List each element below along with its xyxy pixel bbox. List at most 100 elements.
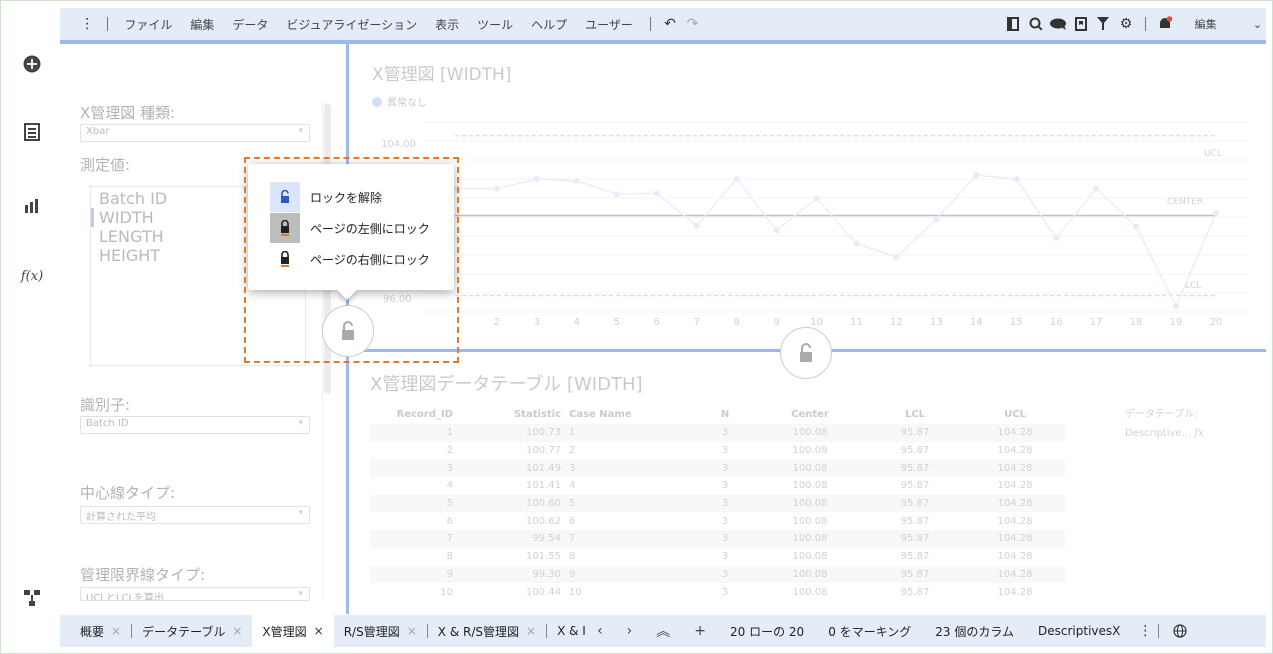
tab-data-table[interactable]: データテーブル × (132, 615, 252, 647)
table-row[interactable]: 5 100.60 5 3 100.08 95.87 104.28 (370, 494, 1065, 513)
column-header[interactable]: Record_ID (370, 405, 457, 424)
data-point[interactable] (853, 240, 860, 247)
close-icon[interactable]: × (232, 624, 242, 638)
add-icon[interactable] (21, 53, 43, 75)
data-point[interactable] (1093, 185, 1100, 192)
close-icon[interactable]: × (407, 624, 417, 638)
data-point[interactable] (653, 190, 660, 197)
data-point[interactable] (493, 185, 500, 192)
chart-type-select[interactable]: Xbar ▾ (80, 124, 310, 142)
menu-item-unlock[interactable]: ロックを解除 (270, 182, 450, 212)
menu-edit[interactable]: 編集 (181, 16, 223, 33)
undo-icon[interactable]: ↶ (659, 11, 682, 37)
search-icon[interactable] (1025, 11, 1048, 37)
data-table[interactable]: Record_ID Statistic Case Name N Center L… (370, 405, 1065, 601)
data-point[interactable] (573, 177, 580, 184)
column-header[interactable]: N (695, 405, 755, 424)
data-table-icon[interactable] (21, 121, 43, 143)
close-icon[interactable]: × (314, 624, 324, 638)
data-point[interactable] (893, 253, 900, 260)
menu-item-lock-left[interactable]: ページの左側にロック (270, 213, 450, 243)
data-point[interactable] (1173, 303, 1180, 310)
tab-x-i-chart[interactable]: X & I (547, 615, 585, 647)
table-cell: 95.87 (900, 445, 930, 457)
table-row[interactable]: 4 101.41 4 3 100.08 95.87 104.28 (370, 477, 1065, 495)
data-point[interactable] (933, 215, 940, 222)
table-row[interactable]: 6 100.62 6 3 100.08 95.87 104.28 (370, 512, 1065, 530)
tab-overview[interactable]: 概要 × (70, 615, 131, 647)
table-row[interactable]: 3 101.49 3 3 100.08 95.87 104.28 (370, 459, 1065, 478)
menu-visualization[interactable]: ビジュアライゼーション (277, 16, 426, 33)
column-header[interactable]: Statistic (457, 405, 565, 424)
tab-x-rs-chart[interactable]: X & R/S管理図 × (428, 615, 546, 647)
add-tab-icon[interactable]: + (682, 623, 718, 639)
identifier-select[interactable]: Batch ID ▾ (80, 416, 310, 434)
bar-chart-icon[interactable] (21, 195, 43, 217)
tab-rs-chart[interactable]: R/S管理図 × (334, 615, 427, 647)
gear-icon[interactable]: ⚙ (1115, 11, 1138, 37)
menu-data[interactable]: データ (223, 16, 277, 33)
bookmark-icon[interactable] (1070, 11, 1093, 37)
limit-type-select[interactable]: UCLとLCLを算出 ▾ (80, 587, 310, 601)
tab-next-icon[interactable]: › (615, 623, 645, 639)
close-icon[interactable]: × (526, 624, 536, 638)
row-count: 20 ローの 20 (730, 624, 805, 639)
function-icon[interactable]: f(x) (21, 265, 43, 287)
hierarchy-icon[interactable] (21, 587, 43, 609)
comment-icon[interactable] (1047, 11, 1070, 37)
panel-lock-button[interactable] (322, 305, 374, 357)
data-point[interactable] (693, 222, 700, 229)
data-point[interactable] (454, 185, 460, 192)
table-row[interactable]: 2 100.77 2 3 100.08 95.87 104.28 (370, 442, 1065, 460)
more-vertical-icon[interactable]: ⋮ (1132, 618, 1158, 644)
table-row[interactable]: 8 101.55 8 3 100.08 95.87 104.28 (370, 548, 1065, 566)
data-point[interactable] (813, 195, 820, 202)
tab-x-chart[interactable]: X管理図 × (252, 615, 334, 647)
data-point[interactable] (1213, 210, 1219, 217)
table-cell: 95.87 (865, 459, 965, 478)
center-line-select[interactable]: 計算された平均 ▾ (80, 506, 310, 524)
control-chart[interactable]: UCL CENTER LCL 104.00 96.00 2 3 4 5 6 7 8 9 10 11… (349, 44, 1266, 349)
table-cell: 3 (695, 424, 755, 442)
tab-prev-icon[interactable]: ‹ (585, 623, 615, 639)
table-row[interactable]: 9 99.30 9 3 100.08 95.87 104.28 (370, 565, 1065, 584)
data-point[interactable] (973, 172, 980, 179)
table-cell: 8 (569, 551, 576, 563)
menu-help[interactable]: ヘルプ (522, 16, 576, 33)
menu-user[interactable]: ユーザー (576, 16, 642, 33)
table-row[interactable]: 1 100.73 1 3 100.08 95.87 104.28 (370, 424, 1065, 442)
chart-lock-button[interactable] (780, 327, 832, 379)
table-cell: 95.87 (900, 586, 930, 598)
menu-file[interactable]: ファイル (115, 16, 181, 33)
panel-toggle-icon[interactable] (1002, 11, 1025, 37)
y-tick-label: 104.00 (381, 139, 416, 150)
table-row[interactable]: 10 100.44 10 3 100.08 95.87 104.28 (370, 583, 1065, 601)
redo-icon[interactable]: ↷ (681, 11, 704, 37)
notification-icon[interactable] (1154, 11, 1177, 37)
data-table-source[interactable]: Descriptive... fx (1125, 424, 1204, 443)
column-header[interactable]: Center (755, 405, 865, 424)
column-header[interactable]: LCL (865, 405, 965, 424)
data-point[interactable] (773, 227, 780, 234)
menu-tools[interactable]: ツール (468, 16, 522, 33)
data-point[interactable] (1133, 223, 1140, 230)
column-header[interactable]: Case Name (565, 405, 695, 424)
filter-icon[interactable] (1092, 11, 1115, 37)
menu-view[interactable]: 表示 (426, 16, 468, 33)
data-point[interactable] (1013, 176, 1020, 182)
more-vertical-icon[interactable]: ⋮ (76, 11, 99, 37)
data-point[interactable] (733, 176, 740, 182)
column-header[interactable]: UCL (965, 405, 1065, 424)
data-point[interactable] (1053, 234, 1060, 241)
data-point[interactable] (533, 176, 540, 182)
table-cell: 95.87 (865, 530, 965, 548)
menu-item-lock-right[interactable]: ページの右側にロック (270, 244, 450, 274)
mode-select[interactable]: 編集 ⌄ (1186, 12, 1267, 36)
data-point[interactable] (613, 191, 620, 198)
x-tick-label: 10 (810, 317, 823, 328)
dataset-name[interactable]: DescriptivesX (1026, 624, 1132, 638)
globe-icon[interactable] (1167, 618, 1193, 644)
collapse-up-icon[interactable]: ︽ (644, 621, 682, 641)
table-row[interactable]: 7 99.54 7 3 100.08 95.87 104.28 (370, 530, 1065, 548)
close-icon[interactable]: × (111, 624, 121, 638)
